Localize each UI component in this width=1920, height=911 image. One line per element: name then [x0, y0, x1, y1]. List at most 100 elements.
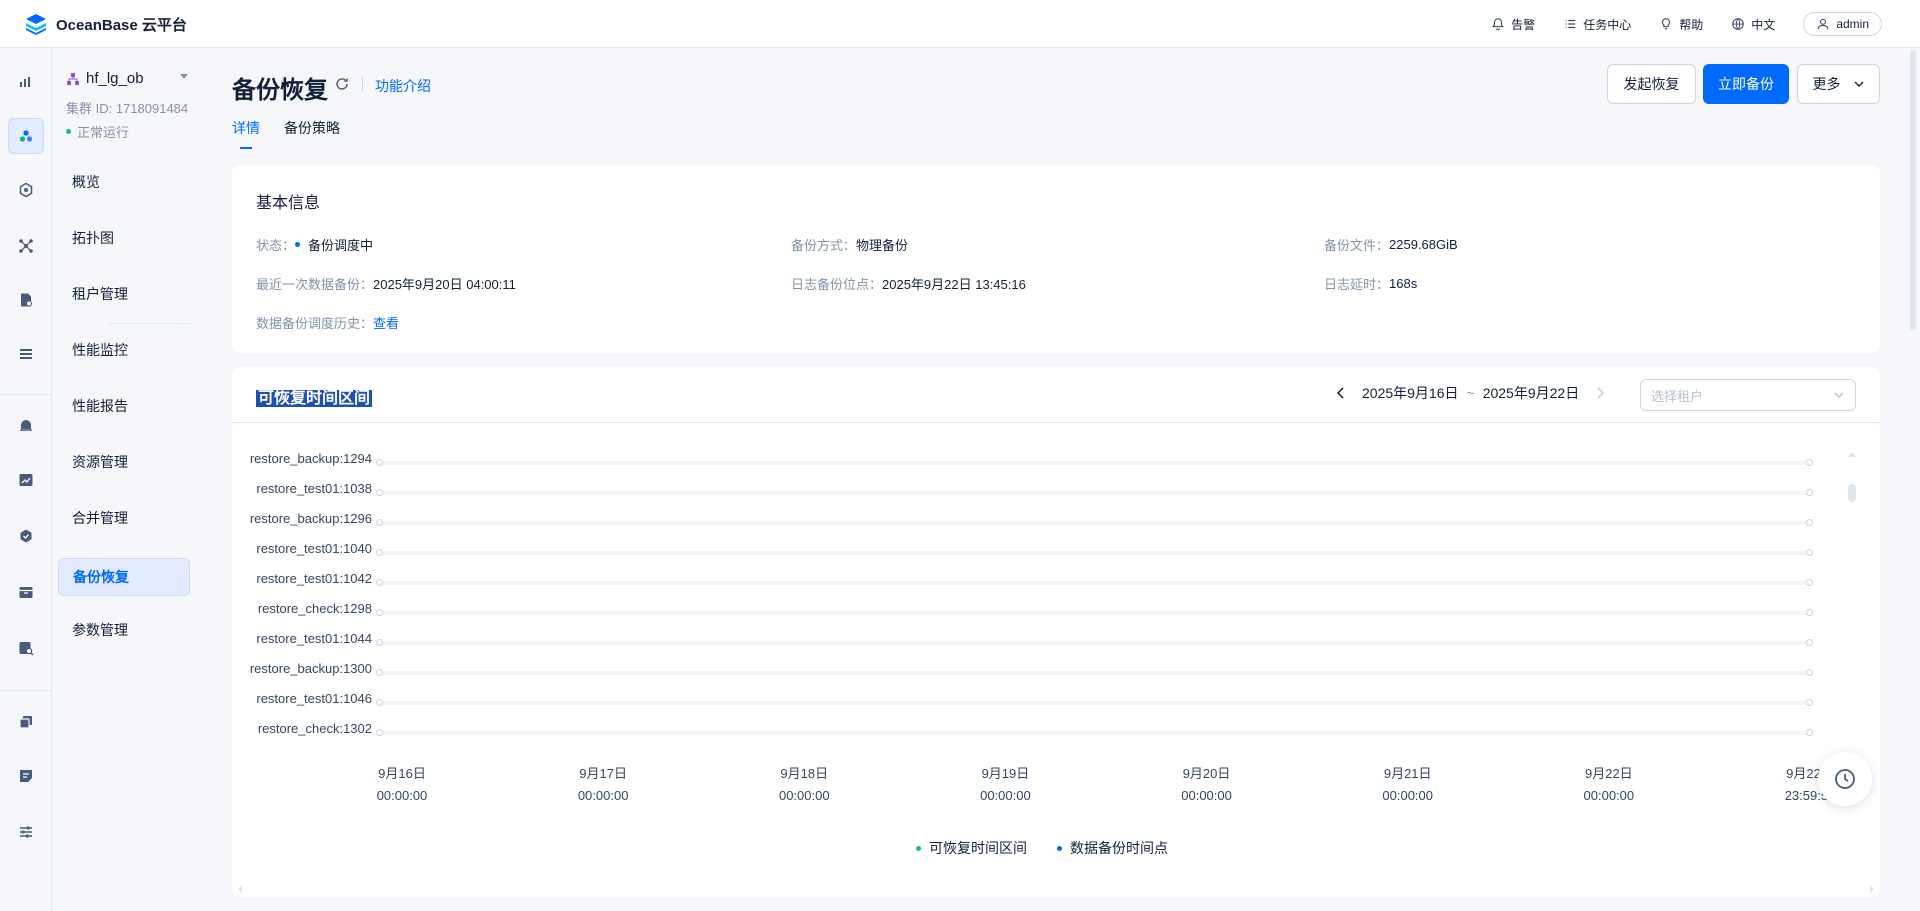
user-menu[interactable]: admin — [1803, 12, 1882, 36]
timeline-row-endpoint[interactable] — [1806, 729, 1813, 736]
rail-tenant[interactable] — [8, 172, 44, 208]
legend-recoverable-range[interactable]: 可恢复时间区间 — [916, 838, 1027, 858]
tab-backup-policy[interactable]: 备份策略 — [284, 118, 340, 138]
x-axis-tick-date: 9月17日 — [579, 766, 627, 781]
chevron-right-icon[interactable] — [1593, 386, 1607, 400]
timeline-row-track[interactable] — [380, 461, 1810, 465]
timeline-row-endpoint[interactable] — [1806, 609, 1813, 616]
backup-now-button[interactable]: 立即备份 — [1703, 64, 1789, 104]
timeline-row-endpoint[interactable] — [376, 699, 383, 706]
sidebar-item-reports[interactable]: 性能报告 — [58, 387, 190, 425]
rail-alarm[interactable] — [8, 406, 44, 442]
timeline-row-endpoint[interactable] — [1806, 669, 1813, 676]
language-button[interactable]: 中文 — [1731, 16, 1775, 33]
logo[interactable]: OceanBase 云平台 — [24, 12, 187, 36]
timeline-row-endpoint[interactable] — [1806, 519, 1813, 526]
sidebar-item-tenants[interactable]: 租户管理 — [58, 275, 190, 313]
legend-dot-icon — [1057, 845, 1062, 851]
timeline-row-endpoint[interactable] — [376, 489, 383, 496]
rail-docs[interactable] — [8, 282, 44, 318]
page-tabs: 详情 备份策略 — [232, 118, 340, 138]
timeline-row-endpoint[interactable] — [1806, 549, 1813, 556]
scroll-left-icon[interactable] — [236, 884, 244, 894]
sidebar-item-topology[interactable]: 拓扑图 — [58, 219, 190, 257]
rail-topology[interactable] — [8, 228, 44, 264]
timeline-row-endpoint[interactable] — [376, 459, 383, 466]
task-center-button[interactable]: 任务中心 — [1563, 16, 1631, 33]
timeline-row-track[interactable] — [380, 551, 1810, 555]
alarm-light-icon — [20, 420, 32, 431]
cluster-selector[interactable]: hf_lg_ob — [66, 70, 144, 87]
page-scroll-thumb[interactable] — [1910, 50, 1916, 330]
range-start-date[interactable]: 2025年9月16日 — [1362, 383, 1459, 403]
timeline-row-endpoint[interactable] — [1806, 489, 1813, 496]
cluster-icon — [19, 130, 33, 142]
timeline-row-label: restore_check:1302 — [257, 721, 372, 736]
chevron-left-icon[interactable] — [1334, 386, 1348, 400]
history-float-button[interactable] — [1818, 752, 1872, 806]
timeline-row-track[interactable] — [380, 731, 1810, 735]
rail-dashboard[interactable] — [8, 64, 44, 100]
sidebar-item-compaction[interactable]: 合并管理 — [58, 499, 190, 537]
x-axis-tick-date: 9月22日 — [1584, 766, 1633, 781]
list-icon — [1565, 19, 1576, 29]
help-button[interactable]: 帮助 — [1659, 16, 1703, 33]
timeline-row-track[interactable] — [380, 641, 1810, 645]
more-button[interactable]: 更多 — [1797, 64, 1880, 104]
scroll-up-icon[interactable] — [1846, 449, 1858, 459]
timeline-row-endpoint[interactable] — [376, 639, 383, 646]
timeline-row-track[interactable] — [380, 611, 1810, 615]
network-icon — [19, 239, 33, 253]
legend-backup-point[interactable]: 数据备份时间点 — [1057, 838, 1168, 858]
timeline-row-label: restore_backup:1294 — [249, 451, 372, 466]
timeline-row-endpoint[interactable] — [376, 519, 383, 526]
timeline-row-endpoint[interactable] — [376, 549, 383, 556]
backup-method-field: 备份方式： 物理备份 — [791, 235, 908, 254]
range-end-date[interactable]: 2025年9月22日 — [1483, 383, 1580, 403]
rail-notes[interactable] — [8, 758, 44, 794]
sidebar-item-backup-restore[interactable]: 备份恢复 — [58, 558, 190, 596]
rail-cluster[interactable] — [8, 118, 44, 154]
timeline-row-endpoint[interactable] — [1806, 699, 1813, 706]
sidebar-item-overview[interactable]: 概览 — [58, 163, 190, 201]
feature-intro-link[interactable]: 功能介绍 — [375, 76, 431, 96]
caret-down-icon[interactable] — [180, 74, 188, 79]
timeline-row-endpoint[interactable] — [376, 669, 383, 676]
status-label: 状态： — [256, 238, 296, 253]
timeline-row-endpoint[interactable] — [376, 729, 383, 736]
view-history-link[interactable]: 查看 — [373, 313, 399, 332]
timeline-scroll-thumb[interactable] — [1848, 484, 1856, 502]
header-actions: 告警 任务中心 帮助 中文 admin — [1491, 12, 1882, 36]
timeline-row-track[interactable] — [380, 521, 1810, 525]
tab-details[interactable]: 详情 — [232, 118, 260, 138]
timeline-row-endpoint[interactable] — [1806, 579, 1813, 586]
rail-inspection[interactable] — [8, 630, 44, 666]
tenant-select[interactable]: 选择租户 — [1640, 379, 1856, 411]
rail-database[interactable] — [8, 336, 44, 372]
rail-settings[interactable] — [8, 814, 44, 850]
rail-archive[interactable] — [8, 574, 44, 610]
timeline-row-track[interactable] — [380, 491, 1810, 495]
timeline-row-track[interactable] — [380, 701, 1810, 705]
sidebar-item-monitoring[interactable]: 性能监控 — [58, 331, 190, 369]
timeline-row-endpoint[interactable] — [376, 609, 383, 616]
refresh-icon[interactable] — [334, 76, 350, 92]
copy-icon — [19, 716, 32, 729]
alarm-button[interactable]: 告警 — [1491, 16, 1535, 33]
scroll-right-icon[interactable] — [1868, 884, 1876, 894]
timeline-row-endpoint[interactable] — [1806, 459, 1813, 466]
start-restore-button[interactable]: 发起恢复 — [1607, 64, 1696, 104]
date-range-picker: 2025年9月16日 ~ 2025年9月22日 — [1334, 383, 1607, 403]
timeline-row-track[interactable] — [380, 671, 1810, 675]
rail-security[interactable] — [8, 518, 44, 554]
timeline-row-track[interactable] — [380, 581, 1810, 585]
log-delay-value: 168s — [1389, 276, 1418, 291]
rail-copy[interactable] — [8, 704, 44, 740]
sidebar-item-resources[interactable]: 资源管理 — [58, 443, 190, 481]
legend-label: 数据备份时间点 — [1070, 840, 1168, 856]
timeline-row-endpoint[interactable] — [1806, 639, 1813, 646]
sidebar-item-parameters[interactable]: 参数管理 — [58, 611, 190, 649]
timeline-row-endpoint[interactable] — [376, 579, 383, 586]
recovery-timeline-chart[interactable]: restore_backup:1294 restore_test01:1038 re… — [232, 447, 1880, 739]
rail-monitor[interactable] — [8, 462, 44, 498]
